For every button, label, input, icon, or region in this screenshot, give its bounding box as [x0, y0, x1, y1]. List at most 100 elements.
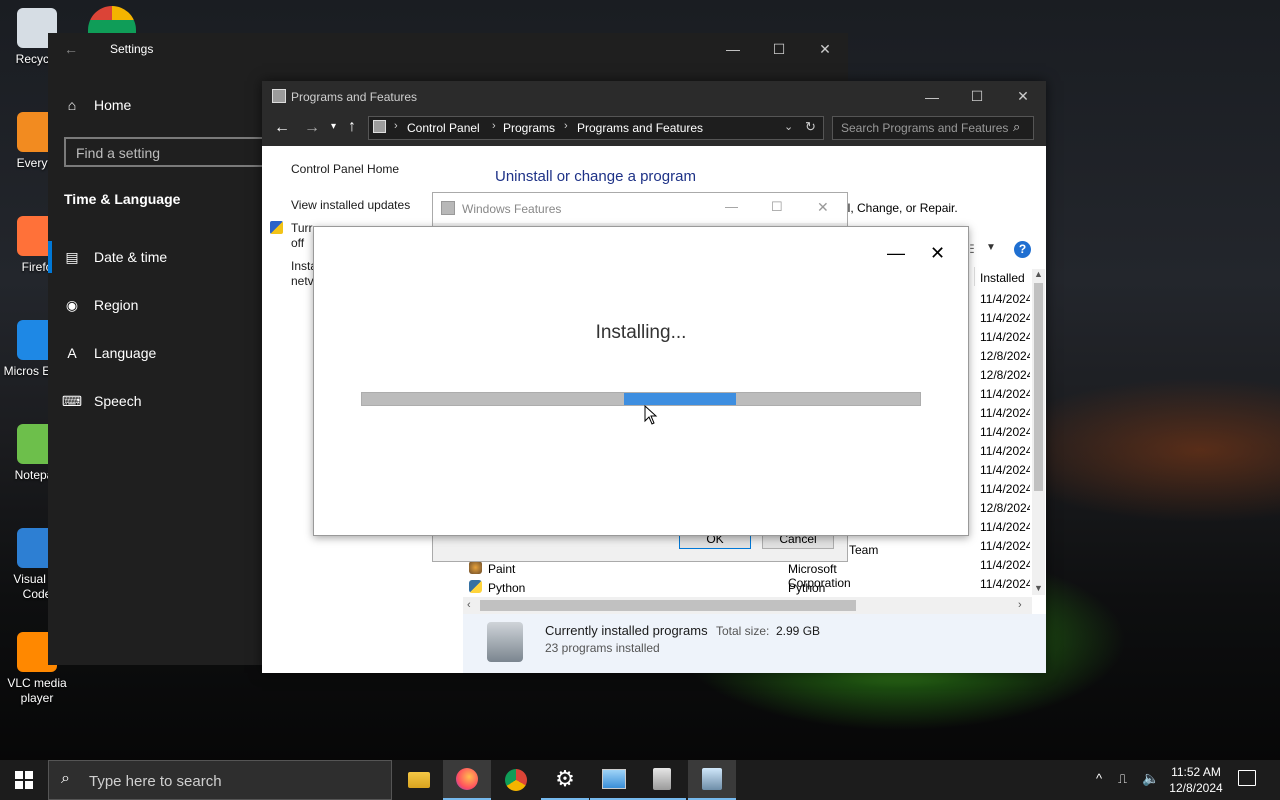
- settings-nav-label: Region: [94, 297, 139, 313]
- installed-date: 11/4/2024: [980, 577, 1030, 591]
- python-icon: [469, 580, 482, 593]
- wf-minimize-button[interactable]: —: [725, 199, 738, 214]
- settings-titlebar: ← Settings — ☐ ✕: [48, 33, 848, 65]
- uac-shield-icon: [270, 221, 283, 234]
- scroll-left-icon[interactable]: ‹: [467, 599, 471, 611]
- progress-bar: [361, 392, 921, 406]
- settings-nav-label: Date & time: [94, 249, 168, 265]
- inst-minimize-button[interactable]: —: [887, 243, 905, 264]
- help-icon[interactable]: ?: [1014, 241, 1031, 258]
- settings-nav-item[interactable]: ◉ Region: [64, 297, 139, 314]
- windows-features-icon: [653, 768, 671, 790]
- installed-date: 11/4/2024: [980, 425, 1030, 439]
- settings-nav-item[interactable]: ▤ Date & time: [64, 248, 168, 266]
- crumb-control-panel[interactable]: Control Panel: [407, 121, 480, 135]
- row-name: Paint: [488, 562, 516, 576]
- installed-date: 11/4/2024: [980, 558, 1030, 572]
- address-box[interactable]: › Control Panel › Programs › Programs an…: [368, 116, 824, 140]
- calendar-clock-icon: ▤: [65, 248, 79, 265]
- vertical-scroll-thumb[interactable]: [1034, 283, 1043, 491]
- search-icon: ⌕: [1013, 119, 1021, 134]
- desktop-icon-label: VLC media player: [7, 676, 67, 705]
- settings-home[interactable]: ⌂ Home: [64, 97, 132, 113]
- up-icon[interactable]: ↑: [348, 118, 356, 136]
- pf-minimize-button[interactable]: —: [909, 81, 955, 112]
- settings-taskbar-button[interactable]: ⚙: [541, 760, 589, 800]
- refresh-icon[interactable]: ↻: [805, 119, 816, 135]
- pf-address-bar-row: ← → ▾ ↑ › Control Panel › Programs › Pro…: [262, 112, 1046, 146]
- program-count: 23 programs installed: [545, 641, 660, 655]
- action-center-icon[interactable]: [1238, 770, 1256, 786]
- column-installed-on[interactable]: Installed: [974, 267, 1033, 286]
- clock[interactable]: 11:52 AM 12/8/2024: [1164, 764, 1228, 796]
- pf-search-box[interactable]: Search Programs and Features ⌕: [832, 116, 1034, 140]
- chevron-icon: ›: [492, 120, 496, 132]
- installed-date: 11/4/2024: [980, 463, 1030, 477]
- settings-nav-item[interactable]: ⌨ Speech: [61, 392, 142, 410]
- control-panel-icon: [602, 769, 626, 789]
- paint-icon: [469, 561, 482, 574]
- firefox-taskbar-button[interactable]: [443, 760, 491, 800]
- control-panel-taskbar-button[interactable]: [590, 760, 638, 800]
- install-network-link-line2[interactable]: netv: [291, 274, 314, 288]
- back-icon[interactable]: ←: [274, 119, 290, 137]
- show-hidden-icons-chevron-icon[interactable]: ^: [1096, 771, 1102, 786]
- installing-dialog: — ✕ Installing...: [313, 226, 969, 536]
- scroll-right-icon[interactable]: ›: [1018, 599, 1022, 611]
- wf-maximize-button[interactable]: ☐: [771, 199, 783, 215]
- microphone-icon: ⌨: [61, 392, 83, 409]
- programs-box-icon: [487, 622, 523, 662]
- installed-date: 11/4/2024: [980, 539, 1030, 553]
- horizontal-scrollbar[interactable]: ‹ ›: [463, 597, 1032, 614]
- horizontal-scroll-thumb[interactable]: [480, 600, 856, 611]
- taskbar-search-box[interactable]: ⌕ Type here to search: [48, 760, 392, 800]
- settings-search-box[interactable]: Find a setting: [64, 137, 294, 167]
- installed-date: 11/4/2024: [980, 292, 1030, 306]
- close-button[interactable]: ✕: [802, 33, 848, 65]
- turn-windows-features-link[interactable]: Turr: [291, 221, 313, 235]
- wf-title: Windows Features: [462, 202, 562, 216]
- back-arrow-icon[interactable]: ←: [64, 41, 78, 57]
- taskbar-search-placeholder: Type here to search: [89, 773, 222, 790]
- windows-logo-icon: [15, 771, 33, 789]
- installed-date: 11/4/2024: [980, 387, 1030, 401]
- taskbar: ⌕ Type here to search ⚙ ^ ⎍ 🔈 11:52 AM 1…: [0, 760, 1280, 800]
- view-dropdown-icon[interactable]: ▼: [986, 242, 996, 253]
- settings-title: Settings: [110, 42, 154, 56]
- scroll-down-icon[interactable]: ▼: [1034, 583, 1043, 593]
- address-dropdown-icon[interactable]: ⌄: [784, 120, 793, 133]
- features-taskbar-button[interactable]: [638, 760, 686, 800]
- pf-close-button[interactable]: ✕: [1000, 81, 1046, 112]
- mouse-cursor-icon: [644, 405, 658, 425]
- control-panel-home-link[interactable]: Control Panel Home: [291, 162, 399, 176]
- crumb-programs-features[interactable]: Programs and Features: [577, 121, 703, 135]
- inst-close-button[interactable]: ✕: [930, 243, 945, 264]
- search-icon: ⌕: [61, 770, 70, 787]
- language-icon: A: [67, 345, 77, 361]
- vertical-scrollbar[interactable]: ▲ ▼: [1032, 269, 1045, 595]
- chevron-icon: ›: [394, 120, 398, 132]
- view-installed-updates-link[interactable]: View installed updates: [291, 198, 410, 212]
- file-explorer-button[interactable]: [395, 760, 443, 800]
- forward-icon[interactable]: →: [304, 119, 320, 137]
- installer-taskbar-button[interactable]: [688, 760, 736, 800]
- volume-muted-icon[interactable]: 🔈: [1142, 770, 1159, 787]
- recent-chevron-icon[interactable]: ▾: [331, 121, 336, 132]
- chrome-taskbar-button[interactable]: [492, 760, 540, 800]
- minimize-button[interactable]: —: [710, 33, 756, 65]
- start-button[interactable]: [0, 760, 48, 800]
- installed-date: 11/4/2024: [980, 444, 1030, 458]
- settings-nav-label: Speech: [94, 393, 142, 409]
- scroll-up-icon[interactable]: ▲: [1034, 269, 1043, 279]
- home-icon: ⌂: [67, 97, 77, 113]
- maximize-button[interactable]: ☐: [756, 33, 802, 65]
- pf-maximize-button[interactable]: ☐: [954, 81, 1000, 112]
- wf-close-button[interactable]: ✕: [817, 199, 829, 216]
- network-icon[interactable]: ⎍: [1118, 771, 1127, 787]
- chrome-desktop-icon[interactable]: [88, 6, 136, 34]
- crumb-programs[interactable]: Programs: [503, 121, 555, 135]
- settings-nav-item[interactable]: A Language: [64, 345, 156, 361]
- installed-date: 11/4/2024: [980, 311, 1030, 325]
- installed-date: 11/4/2024: [980, 520, 1030, 534]
- turn-windows-features-link-line2[interactable]: off: [291, 236, 304, 250]
